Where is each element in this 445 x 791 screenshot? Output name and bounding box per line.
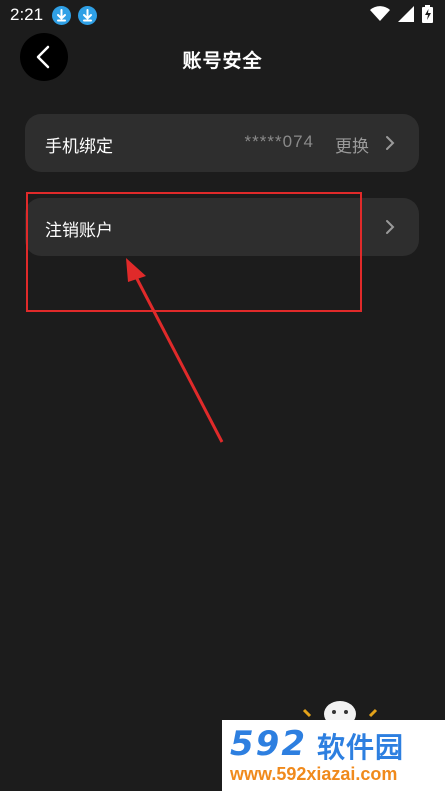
watermark-logo: 592 软件园 www.592xiazai.com bbox=[222, 720, 445, 791]
watermark-number: 592 bbox=[230, 724, 307, 764]
watermark-brand: 软件园 bbox=[317, 731, 405, 764]
pointer-arrow bbox=[126, 258, 224, 443]
watermark-url: www.592xiazai.com bbox=[230, 764, 398, 784]
